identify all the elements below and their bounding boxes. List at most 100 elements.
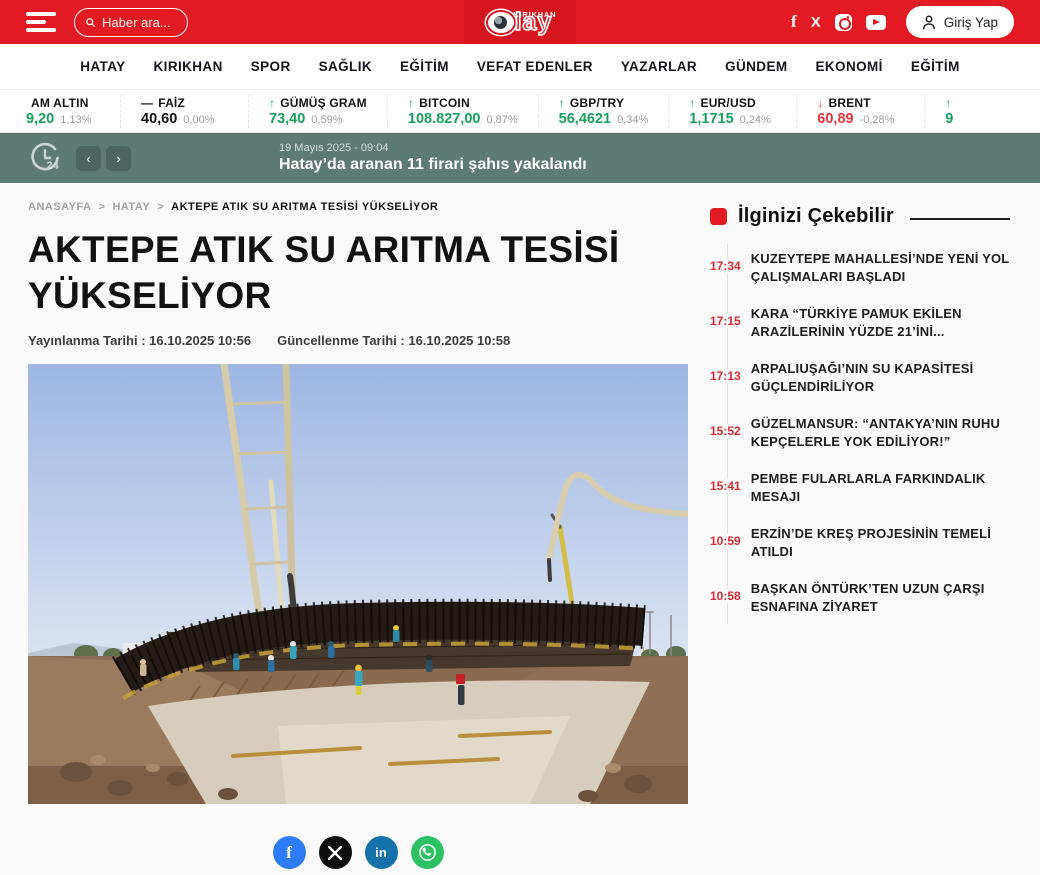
linkedin-icon: in — [375, 845, 387, 860]
svg-text:24: 24 — [47, 160, 60, 172]
published-date: Yayınlanma Tarihi : 16.10.2025 10:56 — [28, 333, 251, 348]
list-item[interactable]: 15:52 GÜZELMANSUR: “ANTAKYA’NIN RUHU KEP… — [710, 415, 1010, 451]
ticker-item-gram-altin[interactable]: AM ALTIN 9,20 1,13% — [0, 94, 120, 128]
x-twitter-icon — [328, 846, 342, 860]
ticker-label: EUR/USD — [700, 96, 755, 110]
ticker-label: AM ALTIN — [31, 96, 89, 110]
arrow-down-icon: ↓ — [817, 96, 823, 110]
news-date: 19 Mayıs 2025 - 09:04 — [279, 142, 587, 154]
logo-globe-icon — [488, 12, 514, 33]
nav-item-hatay[interactable]: HATAY — [80, 59, 125, 74]
page: KIRIKHAN lay f X Giriş Yap HATAY KIRIKHA… — [0, 0, 1040, 875]
trend-icon: — — [141, 96, 153, 110]
logo-wordmark: KIRIKHAN lay — [488, 12, 553, 33]
ticker-item-eur-usd[interactable]: ↑EUR/USD 1,17150,24% — [668, 94, 796, 128]
sidebar-title: İlginizi Çekebilir — [738, 205, 894, 228]
share-linkedin-button[interactable]: in — [365, 836, 398, 869]
ticker-change: 0,87% — [486, 114, 517, 126]
whatsapp-icon — [418, 843, 437, 862]
logo-city-label: KIRIKHAN — [513, 10, 556, 19]
nav-item-saglik[interactable]: SAĞLIK — [319, 59, 372, 74]
nav-item-vefat-edenler[interactable]: VEFAT EDENLER — [477, 59, 593, 74]
item-title: BAŞKAN ÖNTÜRK’TEN UZUN ÇARŞI ESNAFINA Zİ… — [751, 580, 1010, 616]
top-header: KIRIKHAN lay f X Giriş Yap — [0, 0, 1040, 44]
last-24h-clock-icon: 24 — [28, 141, 62, 175]
login-button[interactable]: Giriş Yap — [906, 6, 1014, 38]
item-time: 17:15 — [710, 314, 741, 328]
nav-item-egitim[interactable]: EĞİTİM — [400, 59, 449, 74]
ticker-label: FAİZ — [158, 96, 185, 110]
breaking-news-bar: 24 ‹ › 19 Mayıs 2025 - 09:04 Hatay’da ar… — [0, 133, 1040, 183]
list-item[interactable]: 10:59 ERZİN’DE KREŞ PROJESİNİN TEMELİ AT… — [710, 525, 1010, 561]
breadcrumb-home[interactable]: ANASAYFA — [28, 201, 92, 213]
ticker-change: 0,34% — [617, 114, 648, 126]
instagram-icon[interactable] — [835, 14, 852, 31]
ticker-item-brent[interactable]: ↓BRENT 60,89-0,28% — [796, 94, 924, 128]
item-title: PEMBE FULARLARLA FARKINDALIK MESAJI — [751, 470, 1010, 506]
ticker-value: 9 — [945, 111, 953, 127]
list-item[interactable]: 10:58 BAŞKAN ÖNTÜRK’TEN UZUN ÇARŞI ESNAF… — [710, 580, 1010, 616]
ticker-change: 1,13% — [60, 114, 91, 126]
item-time: 17:13 — [710, 369, 741, 383]
share-facebook-button[interactable]: f — [273, 836, 306, 869]
news-headline[interactable]: Hatay’da aranan 11 firari şahıs yakaland… — [279, 156, 587, 174]
item-title: GÜZELMANSUR: “ANTAKYA’NIN RUHU KEPÇELERL… — [751, 415, 1010, 451]
item-time: 10:58 — [710, 589, 741, 603]
header-actions: f X Giriş Yap — [791, 6, 1014, 38]
next-news-button[interactable]: › — [106, 146, 131, 171]
nav-item-ekonomi[interactable]: EKONOMİ — [816, 59, 883, 74]
item-title: KARA “TÜRKİYE PAMUK EKİLEN ARAZİLERİNİN … — [751, 305, 1010, 341]
main-nav: HATAY KIRIKHAN SPOR SAĞLIK EĞİTİM VEFAT … — [0, 44, 1040, 90]
ticker-value: 40,60 — [141, 111, 177, 127]
updated-date: Güncellenme Tarihi : 16.10.2025 10:58 — [277, 333, 510, 348]
list-item[interactable]: 17:34 KUZEYTEPE MAHALLESİ’NDE YENİ YOL Ç… — [710, 250, 1010, 286]
list-item[interactable]: 17:15 KARA “TÜRKİYE PAMUK EKİLEN ARAZİLE… — [710, 305, 1010, 341]
facebook-icon: f — [286, 843, 292, 863]
ticker-value: 60,89 — [817, 111, 853, 127]
youtube-icon[interactable] — [866, 15, 886, 30]
ticker-change: 0,24% — [740, 114, 771, 126]
share-whatsapp-button[interactable] — [411, 836, 444, 869]
news-bar-text: 19 Mayıs 2025 - 09:04 Hatay’da aranan 11… — [279, 142, 587, 174]
ticker-item-gbp-try[interactable]: ↑GBP/TRY 56,46210,34% — [538, 94, 669, 128]
nav-item-spor[interactable]: SPOR — [251, 59, 291, 74]
menu-icon[interactable] — [26, 12, 56, 32]
nav-item-egitim-2[interactable]: EĞİTİM — [911, 59, 960, 74]
ticker-label: GBP/TRY — [570, 96, 624, 110]
list-item[interactable]: 17:13 ARPALIUŞAĞI’NIN SU KAPASİTESİ GÜÇL… — [710, 360, 1010, 396]
ticker-label: BRENT — [828, 96, 870, 110]
ticker-item-partial[interactable]: ↑ 9 — [924, 94, 978, 128]
breadcrumb-separator: > — [157, 201, 164, 213]
arrow-up-icon: ↑ — [269, 96, 275, 110]
item-time: 15:52 — [710, 424, 741, 438]
ticker-item-gumus-gram[interactable]: ↑GÜMÜŞ GRAM 73,400,59% — [248, 94, 387, 128]
article-column: ANASAYFA > HATAY > AKTEPE ATIK SU ARITMA… — [28, 201, 688, 875]
user-icon — [922, 15, 936, 30]
arrow-up-icon: ↑ — [689, 96, 695, 110]
site-logo[interactable]: KIRIKHAN lay — [464, 0, 576, 44]
nav-item-yazarlar[interactable]: YAZARLAR — [621, 59, 697, 74]
facebook-icon[interactable]: f — [791, 12, 797, 32]
nav-item-kirikhan[interactable]: KIRIKHAN — [154, 59, 223, 74]
list-item[interactable]: 15:41 PEMBE FULARLARLA FARKINDALIK MESAJ… — [710, 470, 1010, 506]
item-title: ARPALIUŞAĞI’NIN SU KAPASİTESİ GÜÇLENDİRİ… — [751, 360, 1010, 396]
article-title: AKTEPE ATIK SU ARITMA TESİSİ YÜKSELİYOR — [28, 227, 688, 319]
red-square-icon — [710, 208, 727, 225]
nav-item-gundem[interactable]: GÜNDEM — [725, 59, 787, 74]
related-news-sidebar: İlginizi Çekebilir 17:34 KUZEYTEPE MAHAL… — [710, 201, 1010, 875]
x-twitter-icon[interactable]: X — [811, 14, 821, 31]
ticker-item-faiz[interactable]: —FAİZ 40,600,00% — [120, 94, 248, 128]
ticker-value: 9,20 — [26, 111, 54, 127]
share-x-twitter-button[interactable] — [319, 836, 352, 869]
breadcrumb-current: AKTEPE ATIK SU ARITMA TESİSİ YÜKSELİYOR — [171, 201, 438, 213]
news-bar-controls: ‹ › — [76, 146, 131, 171]
arrow-up-icon: ↑ — [945, 96, 951, 110]
breadcrumb-section[interactable]: HATAY — [112, 201, 150, 213]
prev-news-button[interactable]: ‹ — [76, 146, 101, 171]
related-news-list: 17:34 KUZEYTEPE MAHALLESİ’NDE YENİ YOL Ç… — [710, 250, 1010, 616]
ticker-value: 108.827,00 — [408, 111, 481, 127]
ticker-item-bitcoin[interactable]: ↑BITCOIN 108.827,000,87% — [387, 94, 538, 128]
item-time: 17:34 — [710, 259, 741, 273]
search-input[interactable] — [102, 15, 176, 30]
search-box[interactable] — [74, 8, 188, 37]
